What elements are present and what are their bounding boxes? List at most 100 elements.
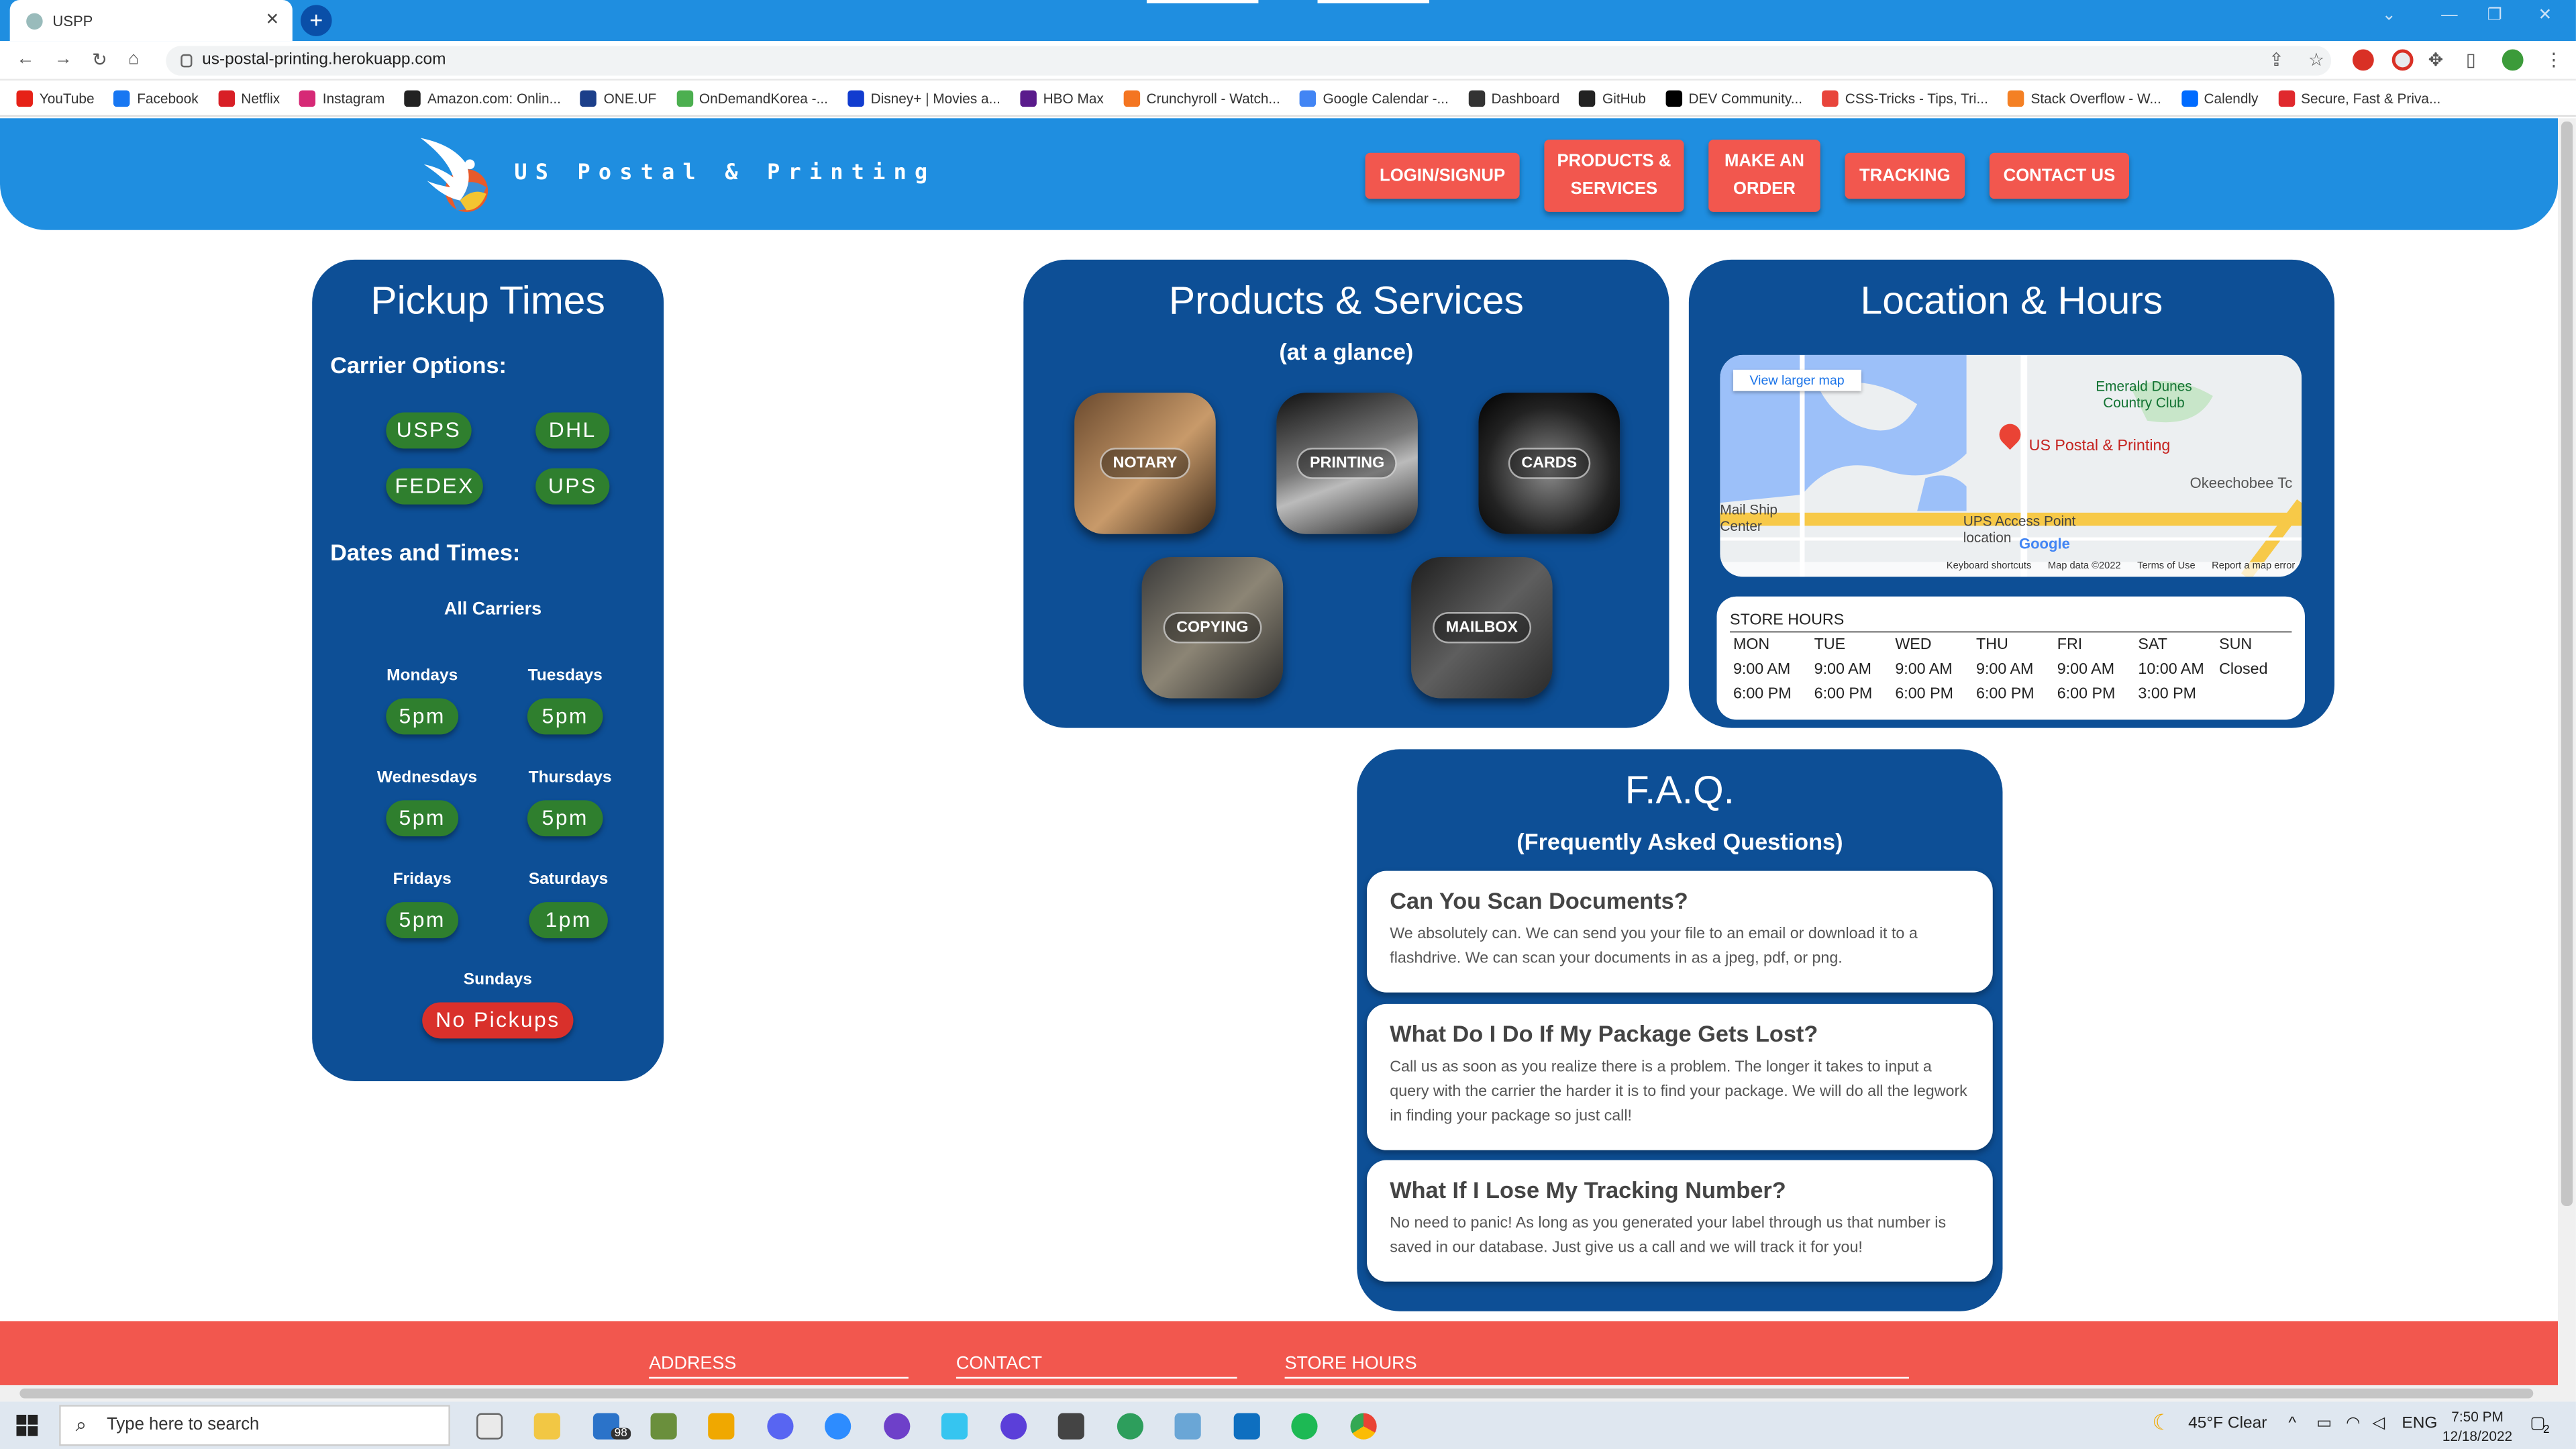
vertical-scrollbar[interactable]: [2558, 118, 2576, 1385]
report-error-link[interactable]: Report a map error: [2212, 562, 2295, 577]
side-panel-icon[interactable]: ▯: [2466, 49, 2476, 70]
eagle-logo-icon[interactable]: [411, 128, 503, 220]
url-field[interactable]: us-postal-printing.herokuapp.com: [166, 46, 2332, 76]
bookmark-favicon-icon: [1665, 89, 1682, 106]
scroll-thumb[interactable]: [19, 1388, 2534, 1399]
copying-card[interactable]: COPYING: [1141, 556, 1284, 699]
bookmark-item[interactable]: DEV Community...: [1665, 89, 1802, 106]
task-view-icon[interactable]: [476, 1413, 503, 1440]
clock[interactable]: 7:50 PM 12/18/2022: [2441, 1407, 2514, 1446]
home-icon[interactable]: ⌂: [128, 49, 139, 68]
back-icon[interactable]: ←: [16, 49, 34, 68]
app-icon[interactable]: [1174, 1413, 1201, 1440]
app-v-icon[interactable]: [708, 1413, 735, 1440]
new-tab-button[interactable]: +: [301, 5, 332, 36]
language-indicator[interactable]: ENG: [2402, 1415, 2437, 1433]
weather-text[interactable]: 45°F Clear: [2188, 1415, 2267, 1433]
discord-icon[interactable]: [767, 1413, 794, 1440]
taskbar-search-field[interactable]: ⌕ Type here to search: [59, 1405, 450, 1446]
app-icon[interactable]: [1058, 1413, 1084, 1440]
close-tab-icon[interactable]: ✕: [266, 11, 280, 30]
bookmark-item[interactable]: YouTube: [16, 89, 95, 106]
terms-link[interactable]: Terms of Use: [2137, 562, 2196, 577]
store-hours-card: STORE HOURS MON TUE WED THU FRI SAT SUN 9:00 A…: [1716, 596, 2305, 720]
reload-icon[interactable]: ↻: [92, 49, 107, 70]
menu-kebab-icon[interactable]: ⋮: [2544, 49, 2563, 70]
carrier-usps-badge: USPS: [386, 412, 472, 449]
tracking-button[interactable]: TRACKING: [1845, 152, 1965, 199]
chrome-icon[interactable]: [1350, 1413, 1377, 1440]
carrier-options-heading: Carrier Options:: [330, 351, 507, 379]
bookmark-item[interactable]: GitHub: [1579, 89, 1646, 106]
bookmark-item[interactable]: Dashboard: [1468, 89, 1559, 106]
view-larger-map-link[interactable]: View larger map: [1733, 369, 1861, 391]
bookmark-favicon-icon: [16, 89, 33, 106]
mongodb-icon[interactable]: [1117, 1413, 1144, 1440]
restore-icon[interactable]: ❐: [2487, 7, 2502, 25]
bookmark-item[interactable]: ONE.UF: [580, 89, 656, 106]
bookmark-item[interactable]: Stack Overflow - W...: [2008, 89, 2161, 106]
share-icon[interactable]: ⇪: [2269, 49, 2284, 70]
bookmark-label: Google Calendar -...: [1323, 89, 1449, 106]
bookmark-label: Netflix: [241, 89, 280, 106]
open-time: 10:00 AM: [2138, 660, 2204, 679]
spotify-icon[interactable]: [1291, 1413, 1318, 1440]
scroll-thumb[interactable]: [2561, 121, 2573, 1207]
zoom-icon[interactable]: [825, 1413, 852, 1440]
bookmark-item[interactable]: HBO Max: [1020, 89, 1104, 106]
slack-icon[interactable]: [941, 1413, 968, 1440]
github-desktop-icon[interactable]: [884, 1413, 911, 1440]
close-window-icon[interactable]: ✕: [2538, 7, 2553, 25]
contact-us-button[interactable]: CONTACT US: [1989, 152, 2129, 199]
hours-days-row: MON TUE WED THU FRI SAT SUN: [1733, 636, 2300, 654]
bookmark-item[interactable]: Crunchyroll - Watch...: [1123, 89, 1280, 106]
bookmark-label: Stack Overflow - W...: [2030, 89, 2161, 106]
bookmark-label: GitHub: [1602, 89, 1646, 106]
wifi-icon[interactable]: ◠: [2346, 1415, 2360, 1433]
bookmark-star-icon[interactable]: ☆: [2308, 49, 2324, 70]
minimize-icon[interactable]: —: [2441, 7, 2457, 25]
tray-chevron-icon[interactable]: ^: [2288, 1415, 2296, 1433]
map-data-text: Map data ©2022: [2047, 562, 2121, 572]
extensions-puzzle-icon[interactable]: ✥: [2428, 49, 2444, 70]
tab-search-icon[interactable]: ⌄: [2382, 7, 2396, 25]
horizontal-scrollbar[interactable]: [0, 1385, 2576, 1402]
forward-icon[interactable]: →: [54, 49, 72, 68]
google-map[interactable]: View larger map US Postal & Printing Eme…: [1720, 354, 2302, 577]
footer-hours-heading: STORE HOURS: [1284, 1354, 1909, 1379]
minecraft-icon[interactable]: [650, 1413, 677, 1440]
bookmark-item[interactable]: Google Calendar -...: [1300, 89, 1449, 106]
profile-avatar[interactable]: [2502, 49, 2524, 71]
windows-start-icon[interactable]: [16, 1414, 38, 1436]
mailbox-card[interactable]: MAILBOX: [1411, 556, 1553, 699]
bookmark-item[interactable]: Secure, Fast & Priva...: [2277, 89, 2440, 106]
adblock-extension-icon[interactable]: [2352, 49, 2374, 71]
browser-tab[interactable]: USPP ✕: [9, 0, 293, 42]
make-order-button[interactable]: MAKE AN ORDER: [1708, 140, 1820, 212]
products-services-button[interactable]: PRODUCTS & SERVICES: [1544, 140, 1684, 212]
bookmark-item[interactable]: OnDemandKorea -...: [676, 89, 828, 106]
bookmark-label: Amazon.com: Onlin...: [427, 89, 561, 106]
cards-card[interactable]: CARDS: [1478, 393, 1620, 534]
no-pickups-badge: No Pickups: [422, 1002, 574, 1039]
bookmark-favicon-icon: [2008, 89, 2024, 106]
bookmark-item[interactable]: Facebook: [113, 89, 199, 106]
bookmark-item[interactable]: Instagram: [299, 89, 385, 106]
bookmark-item[interactable]: CSS-Tricks - Tips, Tri...: [1822, 89, 1988, 106]
bookmark-item[interactable]: Amazon.com: Onlin...: [404, 89, 561, 106]
login-signup-button[interactable]: LOGIN/SIGNUP: [1365, 152, 1520, 199]
printing-card[interactable]: PRINTING: [1276, 393, 1418, 534]
keyboard-shortcuts-link[interactable]: Keyboard shortcuts: [1947, 562, 2032, 577]
brand-name: US Postal & Printing: [514, 160, 936, 186]
network-icon[interactable]: ▭: [2316, 1415, 2332, 1433]
notary-card[interactable]: NOTARY: [1074, 393, 1216, 534]
volume-icon[interactable]: ◁: [2372, 1415, 2385, 1433]
app-icon[interactable]: [1000, 1413, 1027, 1440]
bookmark-item[interactable]: Netflix: [218, 89, 280, 106]
bookmark-item[interactable]: Calendly: [2181, 89, 2258, 106]
bookmark-item[interactable]: Disney+ | Movies a...: [847, 89, 1000, 106]
extension-icon[interactable]: [2391, 49, 2414, 71]
vscode-icon[interactable]: [1233, 1413, 1260, 1440]
bookmark-label: Instagram: [322, 89, 385, 106]
file-explorer-icon[interactable]: [533, 1413, 560, 1440]
